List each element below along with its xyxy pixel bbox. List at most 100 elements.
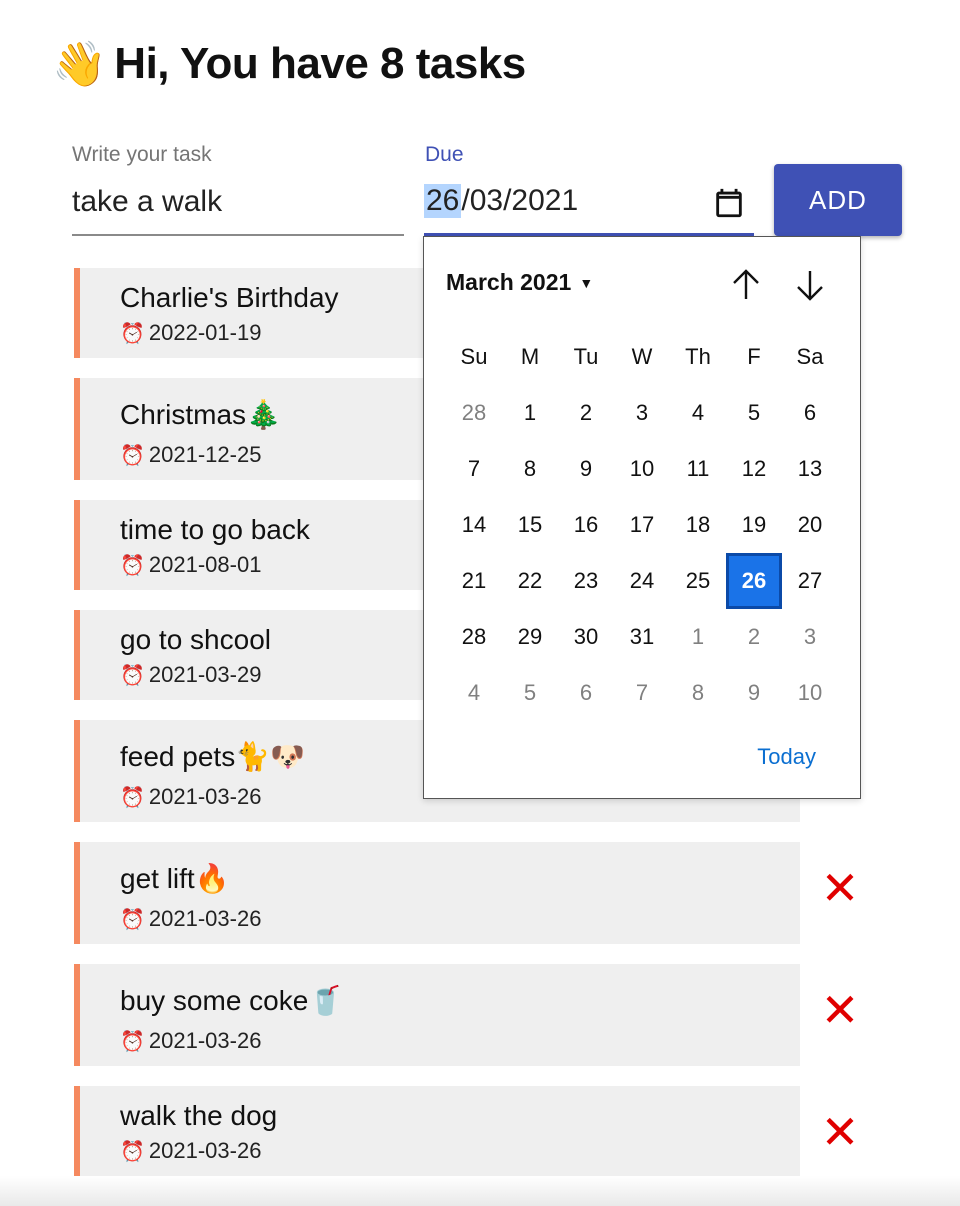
calendar-day[interactable]: 20	[782, 497, 838, 553]
calendar-day[interactable]: 25	[670, 553, 726, 609]
calendar-day[interactable]: 3	[614, 385, 670, 441]
task-due-date: 2021-03-29	[148, 662, 262, 687]
calendar-day[interactable]: 2	[558, 385, 614, 441]
task-title: time to go back	[120, 514, 310, 545]
calendar-day[interactable]: 3	[782, 609, 838, 665]
task-title: Charlie's Birthday	[120, 282, 339, 313]
task-due: ⏰ 2021-03-29	[120, 662, 261, 688]
task-due: ⏰ 2022-01-19	[120, 320, 261, 346]
date-picker-popup: March 2021 ▼ Su M Tu W Th F Sa 28 1 2 3 4 5 6 7 8 9 10 11 1…	[423, 236, 861, 799]
calendar-day[interactable]: 18	[670, 497, 726, 553]
calendar-day[interactable]: 1	[670, 609, 726, 665]
calendar-day[interactable]: 17	[614, 497, 670, 553]
todo-page: 👋 Hi, You have 8 tasks Write your task D…	[0, 0, 960, 1206]
page-bottom-shadow	[0, 1176, 960, 1206]
task-due: ⏰ 2021-08-01	[120, 552, 261, 578]
page-title: 👋 Hi, You have 8 tasks	[52, 38, 526, 90]
calendar-day[interactable]: 8	[502, 441, 558, 497]
due-date-label: Due	[425, 143, 464, 166]
alarm-clock-icon: ⏰	[120, 554, 145, 577]
weekday-header: Tu	[573, 344, 599, 369]
task-input[interactable]	[72, 178, 404, 236]
calendar-day[interactable]: 7	[614, 665, 670, 721]
month-year-label: March 2021	[446, 269, 572, 295]
alarm-clock-icon: ⏰	[120, 322, 145, 345]
waving-hand-icon: 👋	[52, 40, 107, 89]
calendar-day[interactable]: 27	[782, 553, 838, 609]
calendar-icon[interactable]	[712, 186, 746, 220]
calendar-day[interactable]: 5	[502, 665, 558, 721]
calendar-day[interactable]: 6	[782, 385, 838, 441]
next-month-arrow-icon[interactable]	[790, 265, 830, 305]
delete-task-icon[interactable]: ✕	[820, 987, 860, 1033]
calendar-day[interactable]: 28	[446, 609, 502, 665]
calendar-day[interactable]: 6	[558, 665, 614, 721]
task-title: buy some coke🥤	[120, 985, 344, 1016]
calendar-day[interactable]: 5	[726, 385, 782, 441]
alarm-clock-icon: ⏰	[120, 444, 145, 467]
calendar-day[interactable]: 2	[726, 609, 782, 665]
calendar-day[interactable]: 28	[446, 385, 502, 441]
calendar-day[interactable]: 11	[670, 441, 726, 497]
due-date-input[interactable]: 26 /03/2021	[424, 178, 754, 236]
calendar-day[interactable]: 29	[502, 609, 558, 665]
task-due: ⏰ 2021-03-26	[120, 784, 261, 810]
calendar-day[interactable]: 10	[782, 665, 838, 721]
alarm-clock-icon: ⏰	[120, 1140, 145, 1163]
task-due-date: 2021-12-25	[148, 442, 262, 467]
calendar-grid: Su M Tu W Th F Sa 28 1 2 3 4 5 6 7 8 9 10 11 12 13 14 15 16 17 18…	[446, 329, 838, 721]
today-link[interactable]: Today	[757, 744, 816, 770]
calendar-day[interactable]: 10	[614, 441, 670, 497]
task-due: ⏰ 2021-03-26	[120, 906, 261, 932]
task-due-date: 2021-03-26	[148, 1138, 262, 1163]
task-due-date: 2021-08-01	[148, 552, 262, 577]
task-title: go to shcool	[120, 624, 271, 655]
calendar-day[interactable]: 15	[502, 497, 558, 553]
calendar-day[interactable]: 22	[502, 553, 558, 609]
calendar-day[interactable]: 23	[558, 553, 614, 609]
alarm-clock-icon: ⏰	[120, 908, 145, 931]
task-input-label: Write your task	[72, 143, 212, 166]
weekday-header: W	[631, 344, 653, 369]
weekday-header: Th	[685, 344, 711, 369]
page-title-text: Hi, You have 8 tasks	[114, 39, 526, 88]
previous-month-arrow-icon[interactable]	[726, 265, 766, 305]
calendar-day[interactable]: 9	[726, 665, 782, 721]
delete-task-icon[interactable]: ✕	[820, 1109, 860, 1155]
task-due: ⏰ 2021-03-26	[120, 1028, 261, 1054]
task-due-date: 2021-03-26	[148, 1028, 262, 1053]
task-title: walk the dog	[120, 1100, 278, 1131]
task-title: get lift🔥	[120, 863, 230, 894]
add-task-button[interactable]: ADD	[774, 164, 902, 236]
calendar-day-selected[interactable]: 26	[726, 553, 782, 609]
calendar-day[interactable]: 7	[446, 441, 502, 497]
task-due-date: 2021-03-26	[148, 906, 262, 931]
task-due: ⏰ 2021-03-26	[120, 1138, 261, 1164]
calendar-day[interactable]: 4	[446, 665, 502, 721]
weekday-header: F	[747, 344, 761, 369]
month-year-selector[interactable]: March 2021 ▼	[446, 269, 593, 296]
calendar-day[interactable]: 16	[558, 497, 614, 553]
calendar-day[interactable]: 30	[558, 609, 614, 665]
task-due-date: 2021-03-26	[148, 784, 262, 809]
task-title: Christmas🎄	[120, 399, 281, 430]
calendar-day[interactable]: 21	[446, 553, 502, 609]
calendar-day[interactable]: 8	[670, 665, 726, 721]
weekday-header: Su	[460, 344, 488, 369]
calendar-day[interactable]: 12	[726, 441, 782, 497]
task-item: walk the dog ⏰ 2021-03-26	[74, 1086, 800, 1176]
calendar-day[interactable]: 1	[502, 385, 558, 441]
calendar-day[interactable]: 13	[782, 441, 838, 497]
due-date-day-segment[interactable]: 26	[424, 184, 462, 218]
task-due-date: 2022-01-19	[148, 320, 262, 345]
delete-task-icon[interactable]: ✕	[820, 865, 860, 911]
caret-down-icon: ▼	[579, 274, 594, 291]
calendar-day[interactable]: 14	[446, 497, 502, 553]
calendar-day[interactable]: 31	[614, 609, 670, 665]
calendar-day[interactable]: 19	[726, 497, 782, 553]
calendar-day[interactable]: 24	[614, 553, 670, 609]
calendar-day[interactable]: 4	[670, 385, 726, 441]
task-item: get lift🔥 ⏰ 2021-03-26	[74, 842, 800, 944]
task-item: buy some coke🥤 ⏰ 2021-03-26	[74, 964, 800, 1066]
calendar-day[interactable]: 9	[558, 441, 614, 497]
